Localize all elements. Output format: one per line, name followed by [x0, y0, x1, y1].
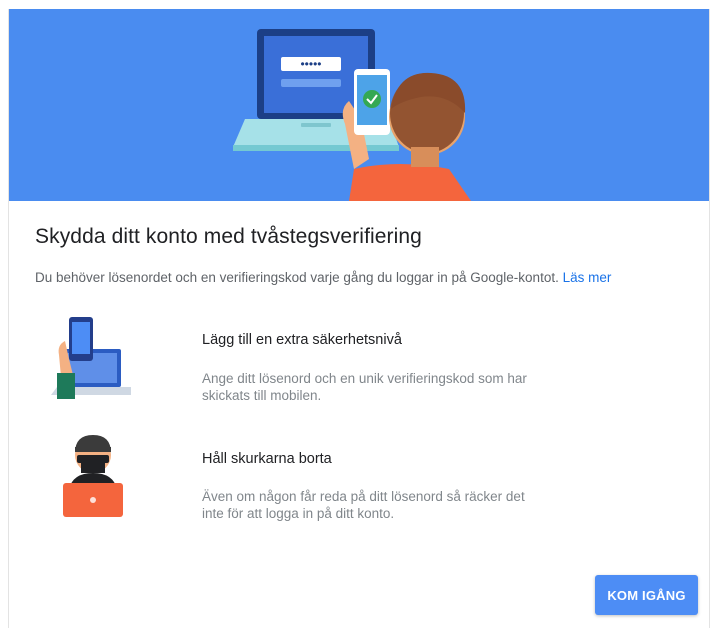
feature-desc-line: skickats till mobilen. [202, 388, 322, 403]
feature-desc-line: Även om någon får reda på ditt lösenord … [202, 489, 525, 504]
phone-laptop-icon [47, 315, 131, 406]
laptop-phone-person-illustration: ••••• [233, 29, 471, 201]
get-started-button[interactable]: KOM IGÅNG [595, 575, 698, 615]
feature-title-extra-security: Lägg till en extra säkerhetsnivå [202, 332, 402, 348]
header-banner: ••••• [9, 9, 709, 201]
feature-desc-line: inte för att logga in på ditt konto. [202, 506, 395, 521]
page-title: Skydda ditt konto med tvåstegsverifierin… [35, 225, 422, 248]
feature-desc-extra-security: Ange ditt lösenord och en unik verifieri… [202, 370, 582, 404]
learn-more-link[interactable]: Läs mer [563, 270, 612, 285]
intro-text: Du behöver lösenordet och en verifiering… [35, 270, 611, 285]
burglar-icon [55, 427, 131, 524]
password-dots: ••••• [300, 57, 321, 71]
intro-description: Du behöver lösenordet och en verifiering… [35, 270, 559, 285]
two-step-promo-card: ••••• Skydda ditt konto med tvåstegsveri… [8, 9, 710, 628]
feature-desc-line: Ange ditt lösenord och en unik verifieri… [202, 371, 527, 386]
feature-desc-keep-out: Även om någon får reda på ditt lösenord … [202, 488, 582, 522]
feature-title-keep-out: Håll skurkarna borta [202, 451, 332, 467]
